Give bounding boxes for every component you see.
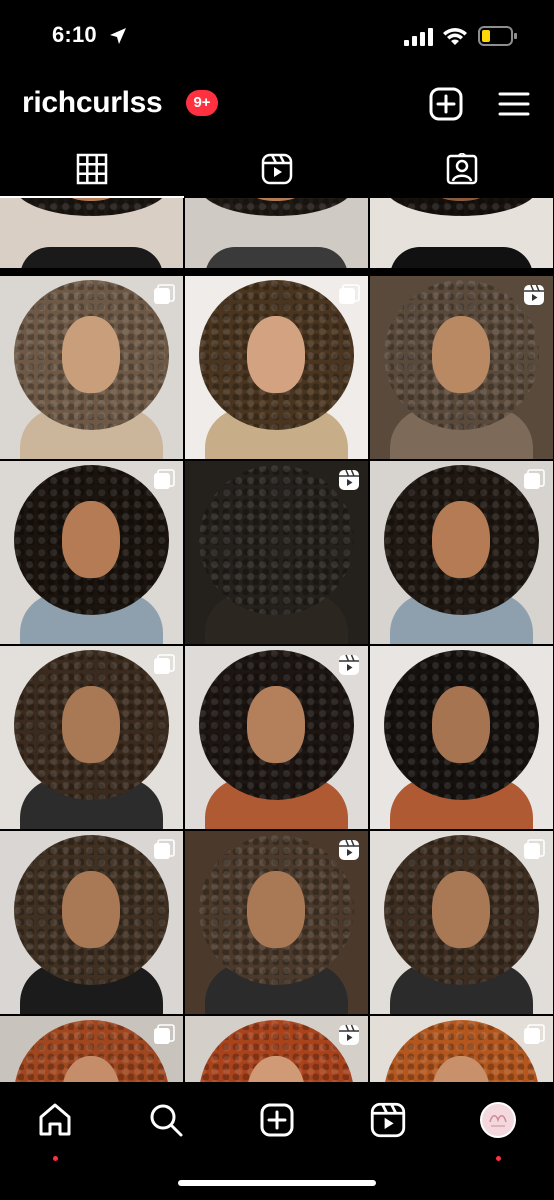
status-bar: 6:10 [0, 0, 554, 72]
reel-icon [339, 654, 359, 675]
post-photo-clothing [205, 247, 348, 268]
carousel-icon [154, 284, 175, 304]
nav-create[interactable] [255, 1098, 299, 1142]
profile-avatar [480, 1102, 516, 1138]
avatar-logo-icon [489, 1115, 507, 1127]
tab-tagged[interactable] [370, 140, 554, 198]
post-thumbnail[interactable] [370, 198, 553, 268]
post-photo-clothing [390, 247, 533, 268]
plus-square-icon [429, 87, 463, 121]
carousel-icon [339, 284, 360, 304]
post-photo-face [432, 316, 490, 394]
create-icon [260, 1103, 294, 1137]
home-activity-dot [53, 1156, 58, 1161]
carousel-icon [154, 654, 175, 674]
post-photo-face [62, 686, 120, 764]
battery-low-icon [478, 26, 517, 46]
profile-username[interactable]: richcurlss [22, 86, 163, 120]
carousel-icon [524, 1024, 545, 1044]
post-thumbnail[interactable] [185, 198, 368, 268]
post-thumbnail[interactable] [370, 276, 553, 459]
reels-icon [261, 153, 293, 185]
post-thumbnail[interactable] [185, 276, 368, 459]
post-thumbnail[interactable] [185, 646, 368, 829]
hamburger-menu-icon [498, 92, 530, 116]
wifi-icon [443, 28, 467, 45]
status-time: 6:10 [52, 22, 97, 47]
profile-header: richcurlss 9+ [0, 72, 554, 136]
post-photo-face [432, 686, 490, 764]
post-photo-face [62, 501, 120, 579]
reels-nav-icon [370, 1102, 406, 1138]
post-photo-face [432, 871, 490, 949]
nav-search[interactable] [144, 1098, 188, 1142]
profile-tabs [0, 140, 554, 198]
post-photo-face [247, 871, 305, 949]
location-arrow-icon [110, 28, 126, 44]
post-photo-face [62, 316, 120, 394]
create-post-button[interactable] [428, 86, 464, 122]
reel-icon [339, 469, 359, 490]
cellular-signal-icon [404, 28, 433, 46]
tab-reels[interactable] [185, 140, 369, 198]
post-photo-curly-hair [199, 464, 354, 615]
tab-posts-grid[interactable] [0, 140, 184, 198]
post-thumbnail[interactable] [0, 646, 183, 829]
menu-button[interactable] [496, 86, 532, 122]
post-thumbnail[interactable] [185, 1016, 368, 1082]
carousel-icon [524, 469, 545, 489]
profile-activity-dot [496, 1156, 501, 1161]
post-thumbnail[interactable] [185, 831, 368, 1014]
post-photo-face [62, 871, 120, 949]
post-thumbnail[interactable] [0, 1016, 183, 1082]
carousel-icon [154, 839, 175, 859]
post-thumbnail[interactable] [370, 1016, 553, 1082]
reel-icon [524, 284, 544, 305]
reel-icon [339, 1024, 359, 1045]
reel-icon [339, 839, 359, 860]
posts-grid [0, 198, 554, 1082]
search-icon [150, 1104, 183, 1137]
nav-reels[interactable] [366, 1098, 410, 1142]
home-icon [39, 1103, 71, 1136]
post-photo-face [247, 686, 305, 764]
nav-profile[interactable] [476, 1098, 520, 1142]
tagged-icon [446, 153, 478, 185]
carousel-icon [154, 469, 175, 489]
nav-home[interactable] [33, 1098, 77, 1142]
post-thumbnail[interactable] [0, 831, 183, 1014]
post-thumbnail[interactable] [370, 646, 553, 829]
post-thumbnail[interactable] [0, 276, 183, 459]
carousel-icon [524, 839, 545, 859]
post-photo-clothing [20, 247, 163, 268]
carousel-icon [154, 1024, 175, 1044]
notification-badge: 9+ [186, 90, 218, 116]
post-thumbnail[interactable] [0, 198, 183, 268]
post-photo-face [247, 316, 305, 394]
post-photo-face [432, 501, 490, 579]
post-thumbnail[interactable] [185, 461, 368, 644]
grid-icon [76, 153, 108, 185]
home-indicator [178, 1180, 376, 1186]
post-thumbnail[interactable] [370, 461, 553, 644]
post-thumbnail[interactable] [370, 831, 553, 1014]
post-thumbnail[interactable] [0, 461, 183, 644]
